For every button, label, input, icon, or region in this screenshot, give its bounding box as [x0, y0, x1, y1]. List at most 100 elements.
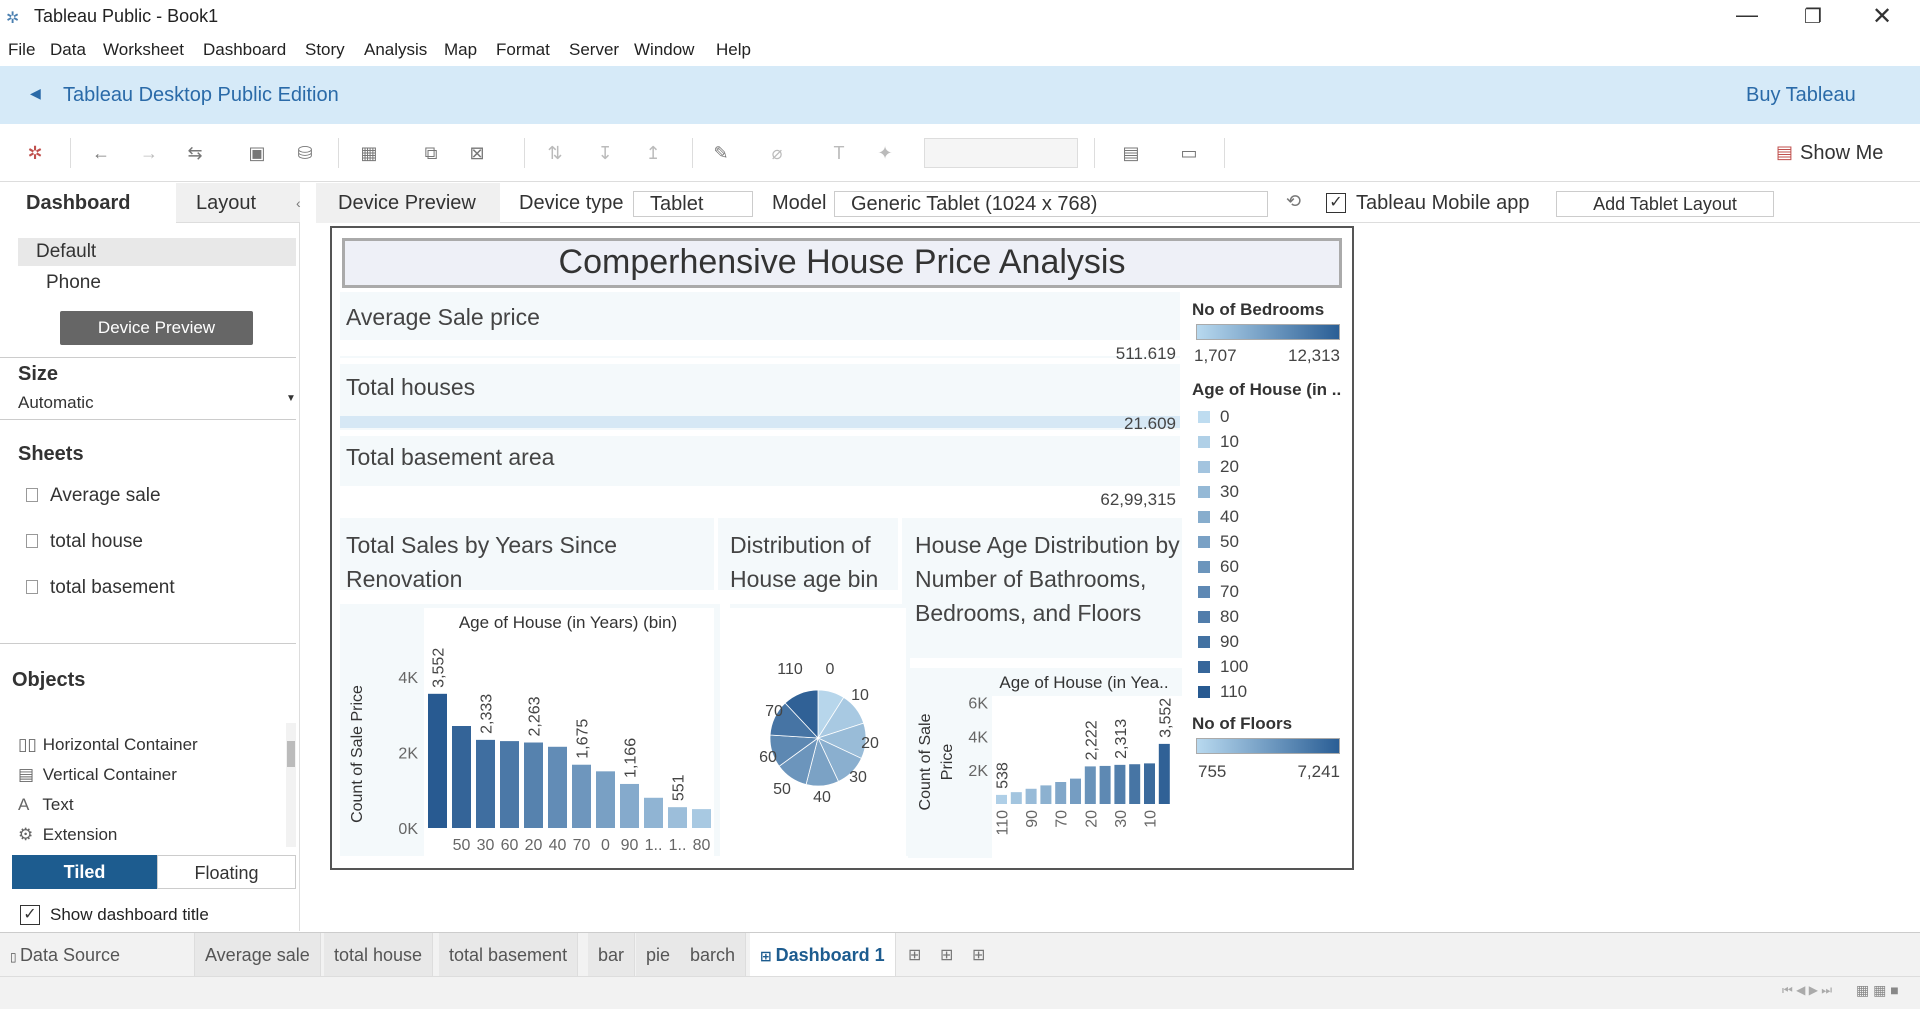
tab-data-source[interactable]: ▯ Data Source	[0, 933, 195, 977]
menu-story[interactable]: Story	[305, 40, 345, 60]
device-phone[interactable]: Phone	[46, 272, 101, 294]
menu-file[interactable]: File	[8, 40, 35, 60]
new-dashboard-tab-icon[interactable]: ⊞	[940, 945, 953, 965]
legend-age-item[interactable]: 20	[1198, 456, 1239, 478]
tab-average-sale[interactable]: Average sale	[195, 933, 321, 977]
bar	[524, 742, 543, 828]
object-extension[interactable]: ⚙ Extension	[18, 825, 117, 845]
bar	[476, 739, 495, 828]
legend-age-item[interactable]: 60	[1198, 556, 1239, 578]
menu-format[interactable]: Format	[496, 40, 550, 60]
legend-age-item[interactable]: 50	[1198, 531, 1239, 553]
tableau-logo-icon: ✲	[6, 10, 20, 27]
device-type-select[interactable]: Tablet	[633, 191, 753, 217]
model-select[interactable]: Generic Tablet (1024 x 768)	[834, 191, 1268, 217]
device-preview-button[interactable]: Device Preview	[60, 311, 253, 345]
sort-asc-icon[interactable]: ↧	[594, 142, 616, 164]
tab-layout[interactable]: Layout	[176, 183, 300, 223]
legend-age-item[interactable]: 10	[1198, 431, 1239, 453]
menu-server[interactable]: Server	[569, 40, 619, 60]
tab-bar[interactable]: bar	[588, 933, 636, 977]
legend-age-item[interactable]: 100	[1198, 656, 1248, 678]
sheet-item-total-basement[interactable]: total basement	[26, 577, 175, 599]
menu-data[interactable]: Data	[50, 40, 86, 60]
tableau-icon[interactable]: ✲	[24, 142, 46, 164]
group-icon[interactable]: ⌀	[766, 142, 788, 164]
sort-desc-icon[interactable]: ↥	[642, 142, 664, 164]
nav-arrows-icon[interactable]: ⏮ ◀ ▶ ⏭	[1782, 983, 1832, 998]
sheet-icon	[26, 580, 38, 594]
tab-dashboard[interactable]: Dashboard	[0, 183, 176, 223]
object-horizontal-container[interactable]: ▯▯ Horizontal Container	[18, 735, 198, 755]
legend-age-item[interactable]: 80	[1198, 606, 1239, 628]
tab-pie[interactable]: pie	[636, 933, 682, 977]
bar	[428, 693, 447, 828]
fit-dropdown[interactable]	[924, 138, 1078, 168]
grid-view-icon[interactable]: ▦ ▦ ■	[1856, 982, 1899, 999]
legend-age-item[interactable]: 90	[1198, 631, 1239, 653]
close-icon[interactable]: ✕	[1872, 2, 1892, 31]
menu-help[interactable]: Help	[716, 40, 751, 60]
legend-age-item[interactable]: 40	[1198, 506, 1239, 528]
collapse-icon[interactable]: ‹	[296, 195, 301, 211]
show-title-checkbox[interactable]: ✓	[20, 905, 40, 925]
tab-barch[interactable]: barch	[680, 933, 747, 977]
tab-total-house[interactable]: total house	[324, 933, 434, 977]
presentation-icon[interactable]: ▭	[1178, 142, 1200, 164]
legend-bedrooms-title: No of Bedrooms	[1192, 300, 1325, 319]
legend-age-item[interactable]: 70	[1198, 581, 1239, 603]
tab-total-basement[interactable]: total basement	[439, 933, 579, 977]
object-vertical-container[interactable]: ▤ Vertical Container	[18, 765, 177, 785]
new-worksheet-tab-icon[interactable]: ⊞	[908, 945, 921, 965]
menu-analysis[interactable]: Analysis	[364, 40, 427, 60]
bar-chart-sales-renovation: Age of House (in Years) (bin) Count of Sa…	[340, 604, 720, 856]
new-story-tab-icon[interactable]: ⊞	[972, 945, 985, 965]
floating-button[interactable]: Floating	[157, 855, 296, 889]
menu-window[interactable]: Window	[634, 40, 694, 60]
chevron-down-icon[interactable]: ▼	[286, 393, 296, 404]
card-icon[interactable]: ▤	[1120, 142, 1142, 164]
labels-icon[interactable]: T	[828, 142, 850, 164]
tab-dashboard-1[interactable]: ⊞ Dashboard 1	[750, 933, 896, 977]
legend-age-item[interactable]: 0	[1198, 406, 1229, 428]
tiled-button[interactable]: Tiled	[12, 855, 157, 889]
menu-dashboard[interactable]: Dashboard	[203, 40, 286, 60]
new-datasource-icon[interactable]: ⛁	[294, 142, 316, 164]
pie-label: 20	[861, 735, 879, 752]
legend-age-item[interactable]: 30	[1198, 481, 1239, 503]
highlight-icon[interactable]: ✎	[710, 142, 732, 164]
pin-icon[interactable]: ✦	[874, 142, 896, 164]
size-dropdown[interactable]: Automatic	[18, 393, 94, 413]
redo-icon[interactable]: →	[138, 142, 160, 164]
rotate-icon[interactable]: ⟲	[1286, 191, 1301, 212]
legend-swatch	[1198, 686, 1210, 698]
y-tick-label: 2K	[398, 745, 418, 762]
save-icon[interactable]: ▣	[246, 142, 268, 164]
legend-swatch	[1198, 611, 1210, 623]
clear-sheet-icon[interactable]: ⊠	[466, 142, 488, 164]
duplicate-icon[interactable]: ⧉	[420, 142, 442, 164]
legend-age-item[interactable]: 110	[1198, 681, 1247, 703]
device-preview-tab[interactable]: Device Preview	[316, 183, 500, 223]
extension-icon: ⚙	[18, 825, 34, 844]
sheet-item-average-sale[interactable]: Average sale	[26, 485, 161, 507]
data-label: 3,552	[1157, 698, 1174, 738]
sheet-item-total-house[interactable]: total house	[26, 531, 143, 553]
swap-icon[interactable]: ⇅	[544, 142, 566, 164]
new-worksheet-icon[interactable]: ▦	[358, 142, 380, 164]
menu-worksheet[interactable]: Worksheet	[103, 40, 184, 60]
object-text[interactable]: A Text	[18, 795, 74, 815]
restore-icon[interactable]: ❐	[1804, 4, 1822, 29]
menu-map[interactable]: Map	[444, 40, 477, 60]
pie-label: 30	[849, 769, 867, 786]
kpi-label-basement: Total basement area	[346, 444, 555, 470]
buy-tableau-link[interactable]: Buy Tableau	[1746, 84, 1856, 107]
bar	[668, 807, 687, 828]
replay-icon[interactable]: ⇆	[184, 142, 206, 164]
minimize-icon[interactable]: —	[1736, 2, 1758, 28]
mobile-app-checkbox[interactable]: ✓	[1326, 193, 1346, 213]
show-me-button[interactable]: Show Me	[1800, 142, 1883, 165]
undo-icon[interactable]: ←	[90, 142, 112, 164]
objects-scrollbar[interactable]	[286, 723, 296, 847]
add-tablet-layout-button[interactable]: Add Tablet Layout	[1556, 191, 1774, 217]
